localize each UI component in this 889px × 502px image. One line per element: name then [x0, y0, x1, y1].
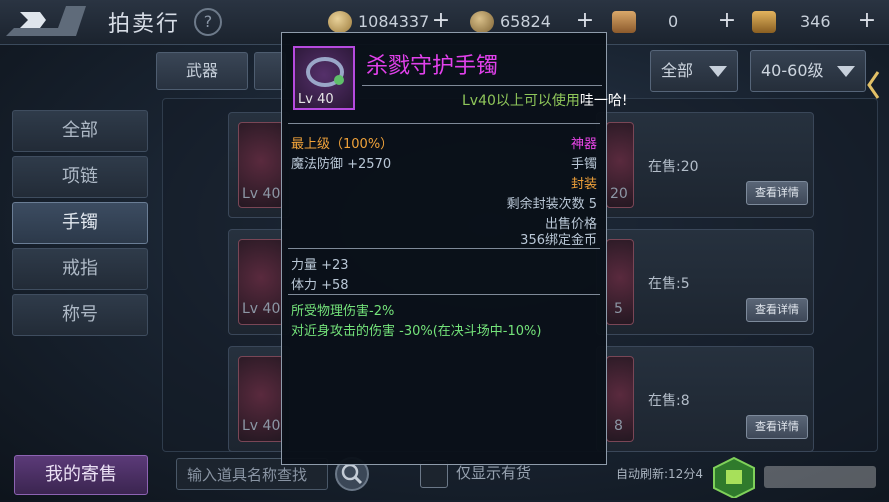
- tooltip-level: Lv 40: [298, 92, 334, 107]
- requirement-text: Lv40以上可以使用: [462, 93, 580, 109]
- currency-points: 0: [612, 9, 722, 35]
- add-cash-button[interactable]: +: [856, 10, 878, 33]
- add-points-button[interactable]: +: [716, 10, 738, 33]
- sidebar-item-all[interactable]: 全部: [12, 110, 148, 152]
- tooltip-rarity: 神器: [570, 137, 597, 152]
- item-on-sale: 在售:20: [648, 159, 699, 175]
- tooltip-effect-1: 所受物理伤害-2%: [291, 304, 395, 319]
- tooltip-effect-2: 对近身攻击的伤害 -30%(在决斗场中-10%): [291, 324, 542, 339]
- chevron-right-icon[interactable]: [866, 70, 882, 100]
- page-title: 拍卖行: [108, 12, 181, 37]
- item-level: 5: [614, 301, 623, 317]
- category-dropdown-value: 全部: [661, 61, 694, 80]
- tooltip-item-type: 手镯: [570, 157, 597, 172]
- tooltip-requirement: Lv40以上可以使用哇一哈!: [462, 90, 628, 110]
- auto-refresh-timer: 自动刷新:12分4: [616, 467, 703, 481]
- pig-icon: [612, 11, 636, 33]
- tooltip-main-stat: 魔法防御 +2570: [291, 157, 392, 172]
- level-dropdown-value: 40-60级: [761, 61, 824, 80]
- view-details-button[interactable]: 查看详情: [746, 181, 808, 205]
- sidebar-item-ring[interactable]: 戒指: [12, 248, 148, 290]
- sidebar-item-title[interactable]: 称号: [12, 294, 148, 336]
- tooltip-attr-strength: 力量 +23: [291, 258, 349, 273]
- item-level: Lv 40: [242, 186, 281, 202]
- help-button[interactable]: ?: [194, 8, 222, 36]
- my-consignment-button[interactable]: 我的寄售: [14, 455, 148, 495]
- item-on-sale: 在售:5: [648, 276, 690, 292]
- bound-coin-icon: [470, 11, 494, 33]
- currency-cash: 346: [752, 9, 862, 35]
- item-level: Lv 40: [242, 301, 281, 317]
- divider: [288, 123, 600, 124]
- divider: [288, 248, 600, 249]
- item-on-sale: 在售:8: [648, 393, 690, 409]
- view-details-button[interactable]: 查看详情: [746, 298, 808, 322]
- tooltip-grade: 最上级（100%）: [291, 137, 394, 152]
- item-level: 20: [610, 186, 628, 202]
- watermark-logo: [712, 456, 882, 500]
- tab-weapon[interactable]: 武器: [156, 52, 248, 90]
- tooltip-sealed: 封装: [570, 177, 597, 192]
- divider: [288, 294, 600, 295]
- add-bound-gold-button[interactable]: +: [574, 10, 596, 33]
- money-bag-icon: [752, 11, 776, 33]
- back-icon[interactable]: [6, 6, 86, 38]
- sidebar-item-bracelet[interactable]: 手镯: [12, 202, 148, 244]
- tooltip-seal-remaining: 剩余封装次数 5: [506, 197, 597, 212]
- level-dropdown[interactable]: 40-60级: [750, 50, 866, 92]
- chevron-down-icon: [709, 66, 727, 77]
- view-details-button[interactable]: 查看详情: [746, 415, 808, 439]
- sidebar-item-necklace[interactable]: 项链: [12, 156, 148, 198]
- add-gold-button[interactable]: +: [430, 10, 452, 33]
- tooltip-item-name: 杀戮守护手镯: [366, 54, 499, 79]
- requirement-extra: 哇一哈!: [579, 93, 628, 109]
- category-dropdown[interactable]: 全部: [650, 50, 738, 92]
- gold-coin-icon: [328, 11, 352, 33]
- tooltip-attr-vitality: 体力 +58: [291, 278, 349, 293]
- item-level: 8: [614, 418, 623, 434]
- bracelet-icon: Lv 40: [293, 46, 355, 110]
- item-level: Lv 40: [242, 418, 281, 434]
- divider: [362, 85, 602, 86]
- in-stock-label: 仅显示有货: [456, 464, 532, 482]
- chevron-down-icon: [837, 66, 855, 77]
- item-tooltip: Lv 40 杀戮守护手镯 Lv40以上可以使用哇一哈! 最上级（100%） 神器…: [281, 32, 628, 465]
- tooltip-price: 356绑定金币: [520, 233, 597, 248]
